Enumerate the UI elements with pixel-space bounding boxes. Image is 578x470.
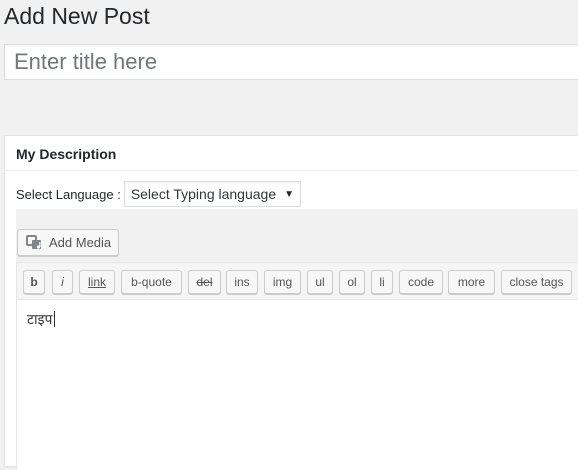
chevron-down-icon: ▼	[284, 188, 295, 200]
qt-italic-button[interactable]: i	[52, 270, 73, 294]
quicktags-toolbar: b i link b-quote del ins img ul ol li co…	[16, 262, 578, 300]
qt-ul-button[interactable]: ul	[307, 270, 333, 294]
qt-del-button[interactable]: del	[188, 270, 221, 294]
language-select-value: Select Typing language	[130, 186, 277, 202]
metabox-title: My Description	[16, 146, 117, 162]
language-label: Select Language :	[16, 186, 121, 202]
qt-li-button[interactable]: li	[371, 270, 393, 294]
qt-img-button[interactable]: img	[264, 270, 301, 294]
qt-more-button[interactable]: more	[448, 270, 495, 294]
description-metabox: My Description Select Language : Select …	[4, 135, 578, 470]
post-content-textarea[interactable]: टाइप	[16, 300, 578, 470]
media-icon	[26, 234, 44, 252]
qt-ins-button[interactable]: ins	[226, 270, 258, 294]
post-content-text: टाइप	[27, 312, 53, 328]
language-row: Select Language : Select Typing language…	[16, 181, 302, 207]
qt-blockquote-button[interactable]: b-quote	[121, 270, 182, 294]
text-cursor	[53, 311, 55, 327]
page-title: Add New Post	[4, 3, 150, 29]
qt-ol-button[interactable]: ol	[339, 270, 365, 294]
qt-bold-button[interactable]: b	[23, 270, 45, 294]
post-title-input[interactable]	[4, 44, 578, 80]
media-buttons-bar: Add Media	[16, 209, 578, 262]
qt-link-button[interactable]: link	[79, 270, 115, 294]
metabox-header: My Description	[5, 136, 578, 171]
qt-close-tags-button[interactable]: close tags	[501, 270, 572, 294]
editor-area: Add Media b i link b-quote del ins img u…	[16, 209, 578, 470]
add-media-label: Add Media	[49, 235, 112, 250]
add-media-button[interactable]: Add Media	[17, 229, 120, 256]
qt-code-button[interactable]: code	[399, 270, 443, 294]
language-select[interactable]: Select Typing language ▼	[123, 181, 302, 207]
